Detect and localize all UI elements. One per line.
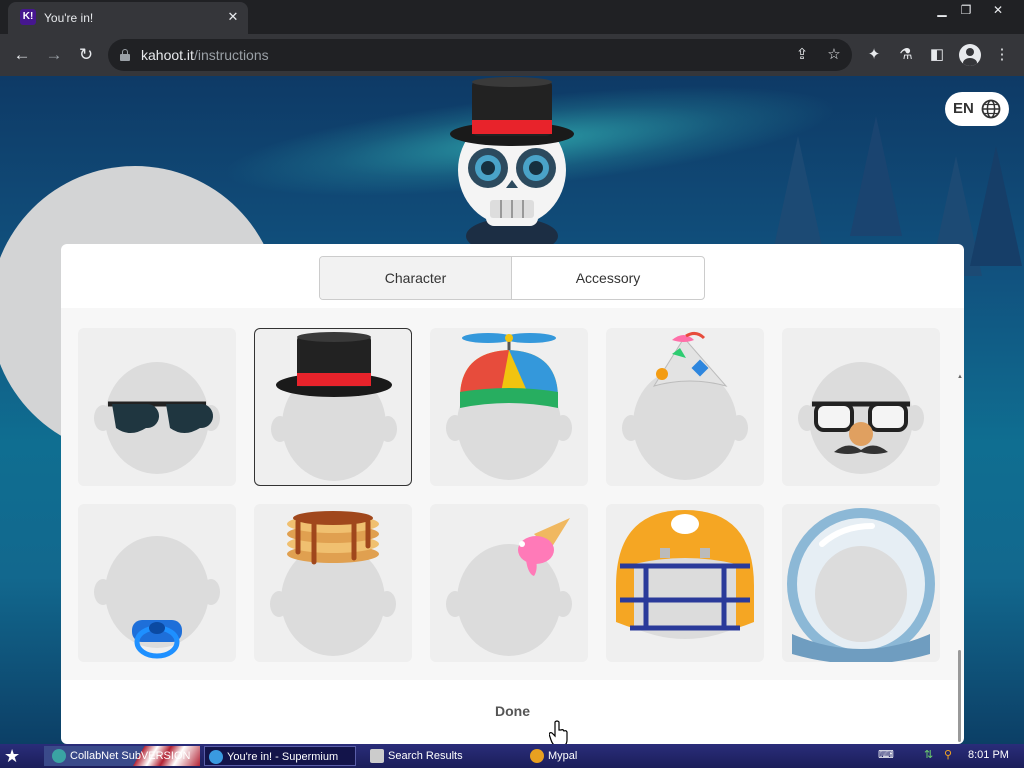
- accessory-party-hat[interactable]: [606, 328, 764, 486]
- propeller-cap-icon: [446, 333, 572, 480]
- globe-icon: [981, 99, 1001, 119]
- document-icon: [370, 749, 384, 763]
- tab-title: You're in!: [44, 11, 94, 25]
- mypal-icon: [530, 749, 544, 763]
- address-bar[interactable]: kahoot.it/instructions ⇪ ☆: [108, 39, 852, 71]
- pancakes-icon: [270, 511, 396, 656]
- tree-decoration: [850, 116, 902, 236]
- search-magnifier-icon[interactable]: ⚲: [944, 748, 952, 761]
- tab-close-icon[interactable]: ✕: [224, 8, 242, 26]
- window-close-icon[interactable]: ✕: [984, 0, 1012, 20]
- taskbar-clock: 8:01 PM: [968, 749, 1009, 761]
- accessory-grid: ▲: [61, 308, 964, 742]
- pacifier-icon: [94, 536, 220, 659]
- taskbar-item-collabnet[interactable]: CollabNet SubVERSION: [48, 746, 198, 766]
- extensions-icon[interactable]: ✦: [864, 45, 884, 65]
- sunglasses-icon: [94, 362, 220, 474]
- tree-decoration: [970, 146, 1022, 266]
- browser-tab[interactable]: K! You're in! ✕: [8, 2, 248, 34]
- top-hat-icon: [271, 332, 397, 481]
- browser-tab-strip: K! You're in! ✕ ▁ ❐ ✕: [0, 0, 1024, 34]
- browser-toolbar: ← → ↻ kahoot.it/instructions ⇪ ☆ ✦ ⚗ ◧ ⋮: [0, 34, 1024, 76]
- os-taskbar: ★ CollabNet SubVERSION You're in! - Supe…: [0, 744, 1024, 768]
- labs-flask-icon[interactable]: ⚗: [896, 45, 916, 65]
- bookmark-star-icon[interactable]: ☆: [824, 45, 844, 65]
- hand-cursor-icon: [549, 720, 568, 744]
- player-avatar: [446, 76, 578, 254]
- taskbar-item-mypal[interactable]: Mypal: [526, 746, 646, 766]
- taskbar-item-search-results[interactable]: Search Results: [366, 746, 516, 766]
- lock-icon: [120, 49, 130, 61]
- accessory-pancakes[interactable]: [254, 504, 412, 662]
- restore-icon[interactable]: ❐: [952, 0, 980, 20]
- keyboard-icon[interactable]: ⌨: [878, 748, 894, 761]
- accessory-astronaut-helmet[interactable]: [782, 504, 940, 662]
- party-hat-icon: [622, 331, 748, 480]
- collabnet-icon: [52, 749, 66, 763]
- url-text: kahoot.it/instructions: [141, 47, 269, 63]
- tab-accessory[interactable]: Accessory: [512, 257, 704, 299]
- menu-kebab-icon[interactable]: ⋮: [992, 45, 1012, 65]
- kahoot-favicon-icon: K!: [20, 9, 36, 25]
- accessory-sunglasses[interactable]: [78, 328, 236, 486]
- accessory-pacifier[interactable]: [78, 504, 236, 662]
- accessory-ice-cream[interactable]: [430, 504, 588, 662]
- forward-icon[interactable]: →: [42, 43, 66, 67]
- football-helmet-icon: [616, 510, 754, 639]
- start-star-icon[interactable]: ★: [4, 746, 32, 766]
- avatar-customization-dialog: Character Accessory ▲ Done: [61, 244, 964, 744]
- accessory-football-helmet[interactable]: [606, 504, 764, 662]
- tree-decoration: [772, 136, 824, 256]
- segmented-tabs: Character Accessory: [319, 256, 705, 300]
- kahoot-page: EN Character Accessory ▲ Done: [0, 76, 1024, 744]
- reload-icon[interactable]: ↻: [74, 43, 98, 67]
- network-icon[interactable]: ⇅: [924, 748, 933, 761]
- astronaut-helmet-icon: [787, 508, 935, 662]
- tab-character[interactable]: Character: [320, 257, 511, 299]
- accessory-top-hat[interactable]: [254, 328, 412, 486]
- share-icon[interactable]: ⇪: [792, 45, 812, 65]
- back-icon[interactable]: ←: [10, 43, 34, 67]
- ice-cream-cone-icon: [446, 518, 572, 656]
- taskbar-item-supermium[interactable]: You're in! - Supermium: [204, 746, 356, 766]
- accessory-disguise-glasses[interactable]: [782, 328, 940, 486]
- supermium-icon: [209, 750, 223, 764]
- language-label: EN: [953, 100, 974, 117]
- accessory-propeller-cap[interactable]: [430, 328, 588, 486]
- scroll-up-arrow-icon[interactable]: ▲: [957, 374, 963, 380]
- profile-avatar-icon[interactable]: [959, 44, 981, 66]
- done-button[interactable]: Done: [61, 696, 964, 726]
- disguise-glasses-icon: [798, 362, 924, 474]
- language-selector[interactable]: EN: [945, 92, 1009, 126]
- side-panel-icon[interactable]: ◧: [927, 45, 947, 65]
